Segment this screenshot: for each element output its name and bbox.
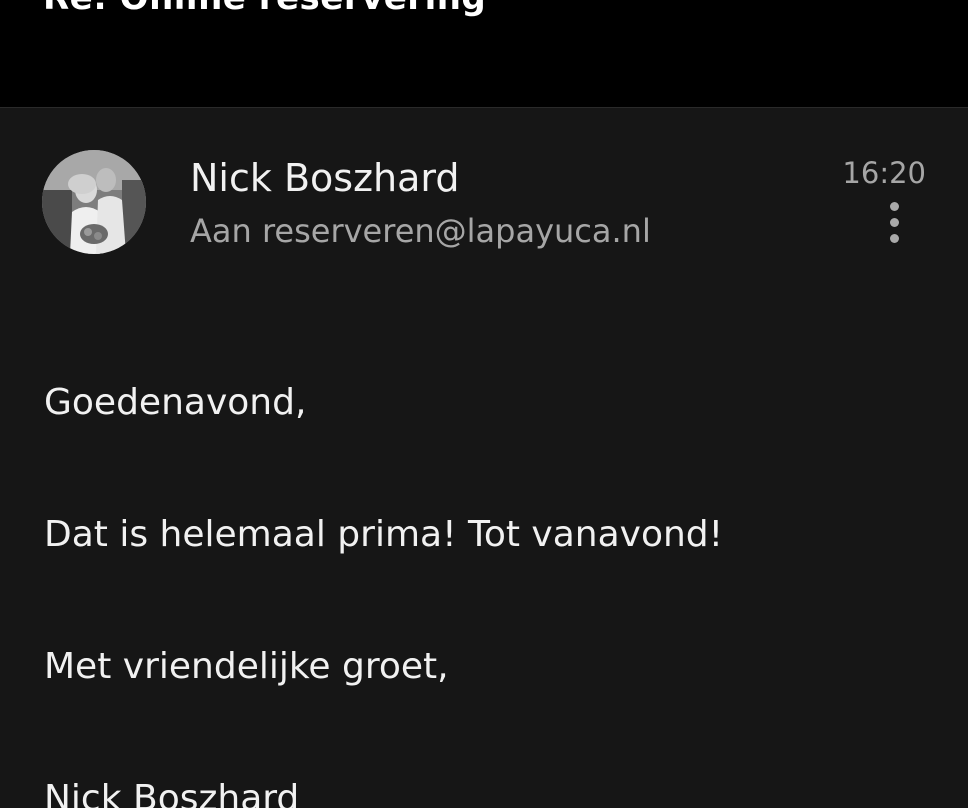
more-vertical-icon[interactable] — [880, 202, 910, 252]
sender-name[interactable]: Nick Boszhard — [190, 156, 459, 200]
sender-avatar[interactable] — [42, 150, 146, 254]
body-closing: Met vriendelijke groet, — [44, 646, 449, 687]
avatar-photo — [42, 150, 146, 254]
body-signature: Nick Boszhard — [44, 778, 300, 808]
body-greeting: Goedenavond, — [44, 382, 307, 423]
top-app-bar: Re: Online reservering — [0, 0, 968, 108]
email-subject: Re: Online reservering — [43, 0, 486, 18]
dot — [890, 234, 899, 243]
recipient-line[interactable]: Aan reserveren@lapayuca.nl — [190, 212, 651, 250]
dot — [890, 202, 899, 211]
message-time: 16:20 — [842, 156, 926, 190]
dot — [890, 218, 899, 227]
body-message: Dat is helemaal prima! Tot vanavond! — [44, 514, 724, 555]
message-header: Nick Boszhard Aan reserveren@lapayuca.nl… — [0, 108, 968, 308]
